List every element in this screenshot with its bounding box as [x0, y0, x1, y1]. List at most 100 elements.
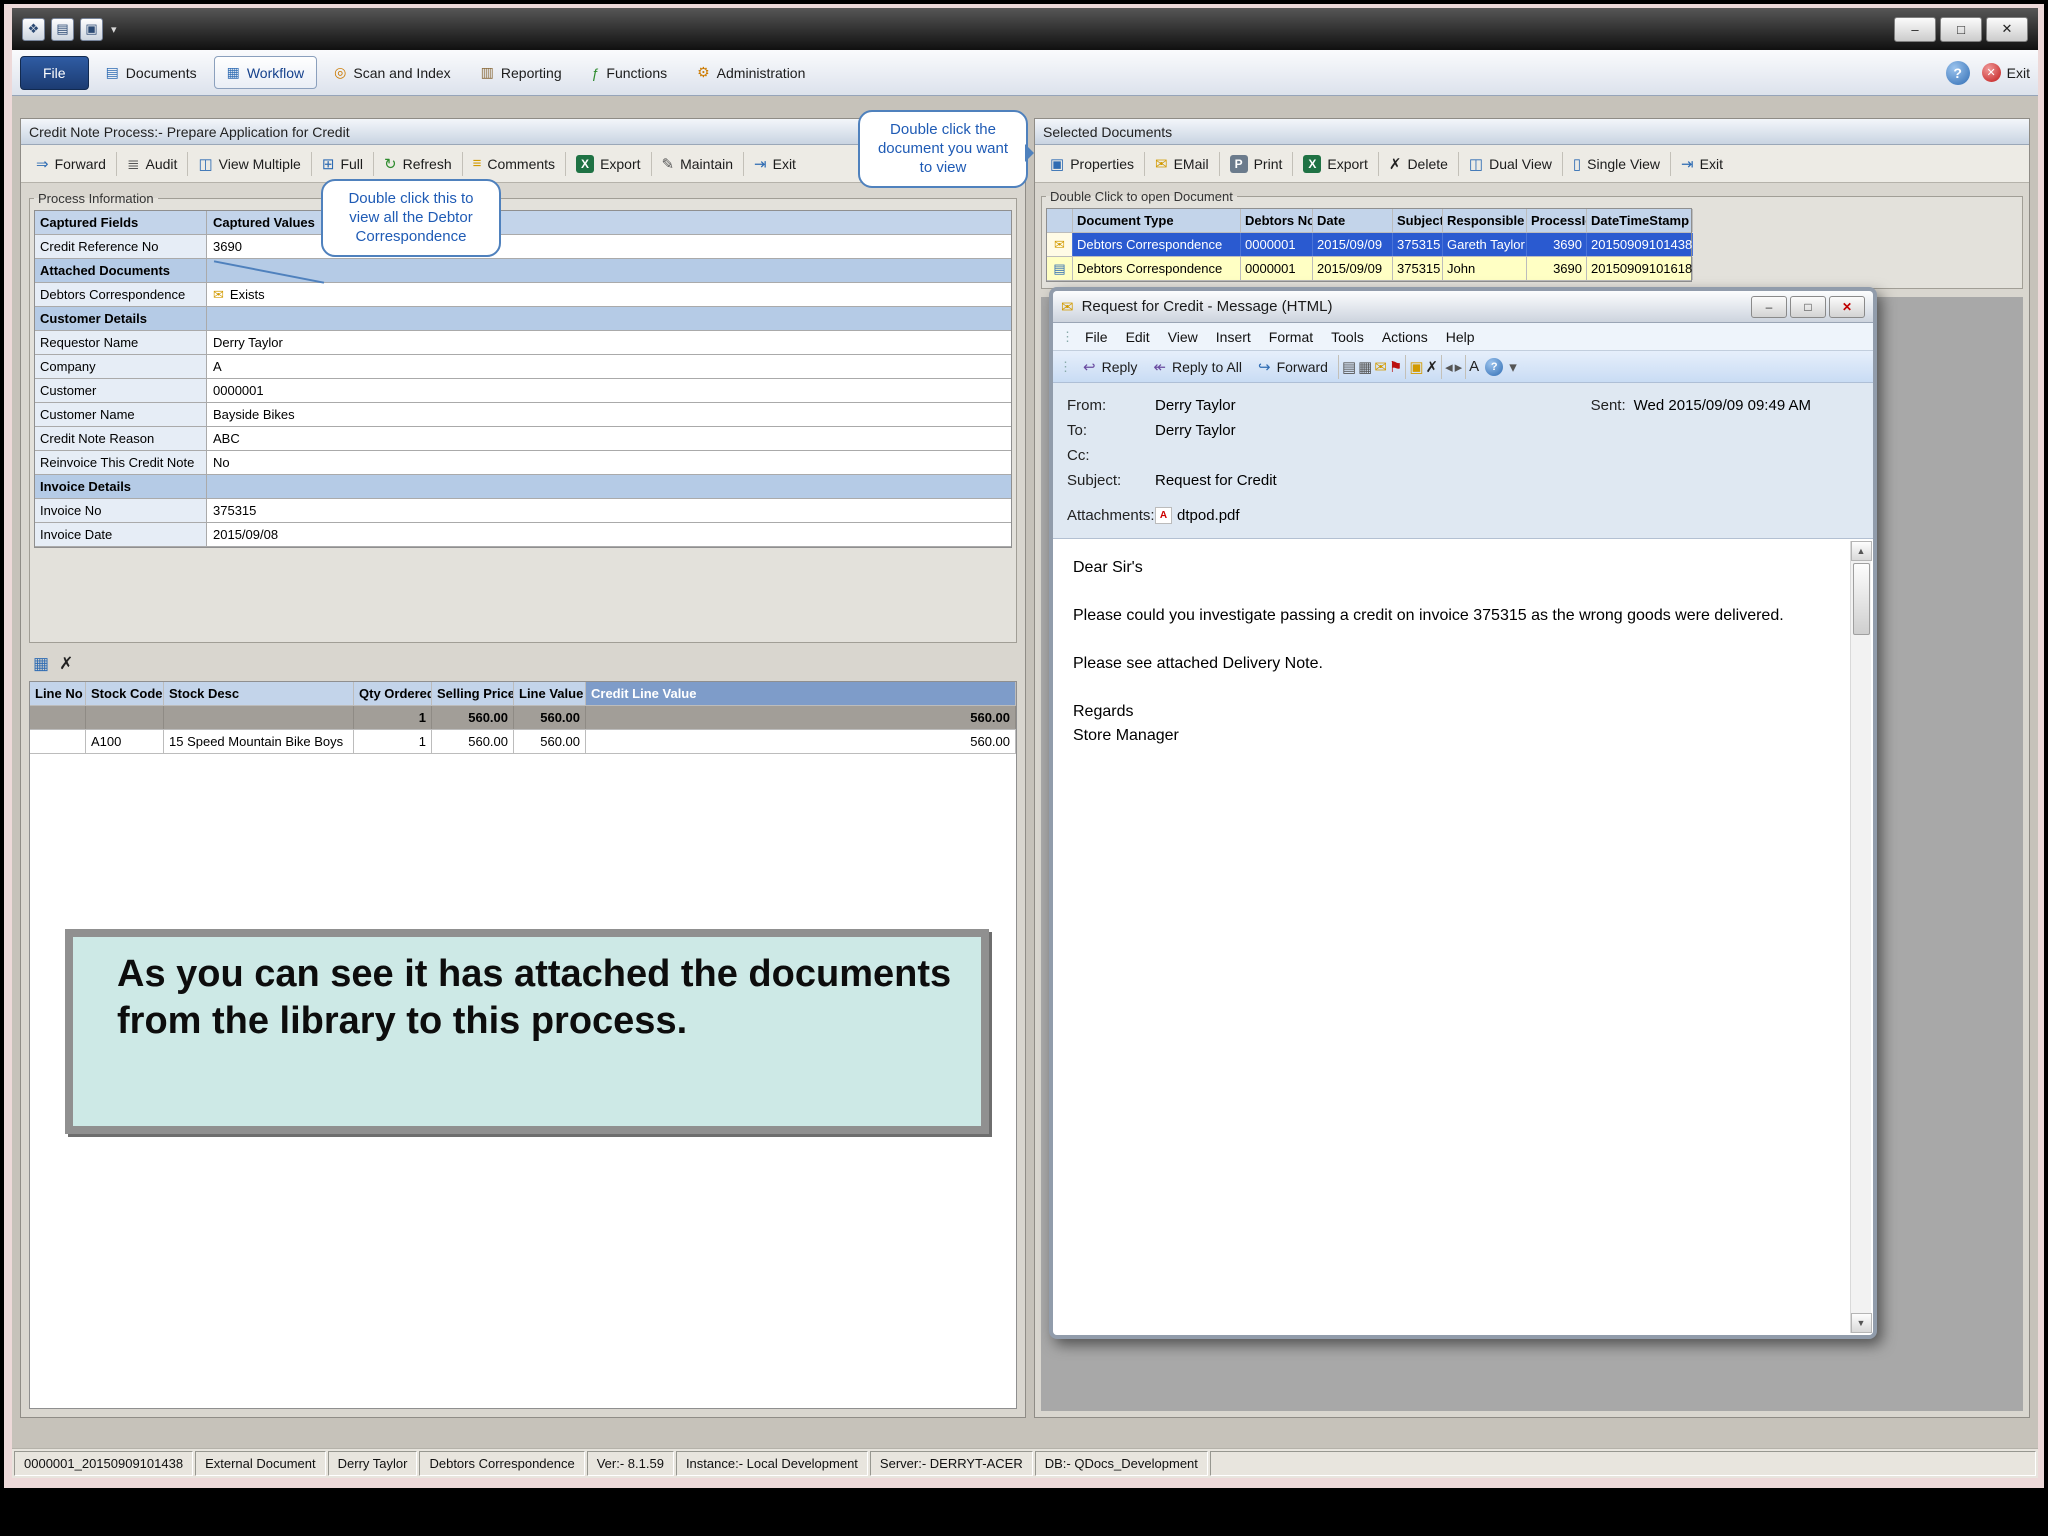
- field-row-customer[interactable]: Customer 0000001: [35, 379, 1011, 403]
- delete-button[interactable]: ✗ Delete: [1380, 150, 1457, 178]
- tab-workflow[interactable]: ▦ Workflow: [213, 56, 318, 89]
- export-button[interactable]: X Export: [567, 150, 649, 178]
- menu-view[interactable]: View: [1159, 325, 1207, 349]
- email-close-button[interactable]: ✕: [1829, 295, 1865, 318]
- tab-reporting[interactable]: ▥ Reporting: [468, 56, 575, 89]
- cc-label: Cc:: [1067, 447, 1090, 464]
- properties-button[interactable]: ▣ Properties: [1041, 150, 1143, 178]
- stock-export-icon[interactable]: ▦: [33, 654, 49, 674]
- field-row-customer-name[interactable]: Customer Name Bayside Bikes: [35, 403, 1011, 427]
- exit-button[interactable]: ⇥ Exit: [745, 150, 805, 178]
- document-row-selected[interactable]: ✉ Debtors Correspondence 0000001 2015/09…: [1047, 233, 1693, 257]
- email-titlebar[interactable]: ✉ Request for Credit - Message (HTML) – …: [1053, 291, 1873, 323]
- column-debtors-no[interactable]: Debtors No: [1241, 209, 1313, 232]
- email-button[interactable]: ✉ EMail: [1146, 150, 1218, 178]
- tab-administration[interactable]: ⚙ Administration: [684, 56, 818, 89]
- debtors-correspondence-exists-cell[interactable]: ✉ Exists: [207, 283, 1011, 306]
- maximize-button[interactable]: □: [1940, 16, 1982, 42]
- export-documents-button[interactable]: X Export: [1294, 150, 1376, 178]
- column-line-value[interactable]: Line Value: [514, 682, 586, 705]
- view-multiple-button[interactable]: ◫ View Multiple: [189, 150, 309, 178]
- copy-icon[interactable]: ▦: [1358, 358, 1372, 376]
- column-selling-price[interactable]: Selling Price: [432, 682, 514, 705]
- menu-actions[interactable]: Actions: [1373, 325, 1437, 349]
- single-view-button[interactable]: ▯ Single View: [1564, 150, 1669, 178]
- column-credit-line-value[interactable]: Credit Line Value: [586, 682, 1016, 705]
- ribbon-tabbar: File ▤ Documents ▦ Workflow ◎ Scan and I…: [12, 50, 2038, 96]
- field-label: Company: [35, 355, 207, 378]
- delete-message-icon[interactable]: ✗: [1426, 358, 1439, 376]
- ribbon-exit-button[interactable]: ✕ Exit: [1981, 63, 2030, 82]
- column-document-type[interactable]: Document Type: [1073, 209, 1241, 232]
- toolbar-options-icon[interactable]: ▾: [1509, 358, 1517, 376]
- field-row-credit-reference[interactable]: Credit Reference No 3690: [35, 235, 1011, 259]
- column-responsible[interactable]: Responsible: [1443, 209, 1527, 232]
- comments-button[interactable]: ≡ Comments: [464, 150, 564, 177]
- column-date[interactable]: Date: [1313, 209, 1393, 232]
- scroll-down-icon[interactable]: ▼: [1850, 1313, 1872, 1333]
- previous-item-icon[interactable]: ◂: [1445, 358, 1453, 376]
- single-view-icon: ▯: [1572, 155, 1582, 173]
- quick-access-dropdown-icon[interactable]: ▾: [111, 23, 117, 36]
- documents-exit-button[interactable]: ⇥ Exit: [1672, 150, 1732, 178]
- column-process-id[interactable]: ProcessId: [1527, 209, 1587, 232]
- next-item-icon[interactable]: ▸: [1455, 358, 1463, 376]
- maintain-button[interactable]: ✎ Maintain: [653, 150, 743, 178]
- field-row-debtors-correspondence[interactable]: Debtors Correspondence ✉ Exists: [35, 283, 1011, 307]
- full-button[interactable]: ⊞ Full: [313, 150, 372, 178]
- section-value: [207, 259, 1011, 282]
- close-button[interactable]: ✕: [1986, 16, 2028, 42]
- stock-data-row[interactable]: A100 15 Speed Mountain Bike Boys 1 560.0…: [30, 730, 1016, 754]
- column-date-time-stamp[interactable]: DateTimeStamp: [1587, 209, 1693, 232]
- email-maximize-button[interactable]: □: [1790, 295, 1826, 318]
- forward-button[interactable]: ⇒ Forward: [27, 150, 115, 178]
- move-to-folder-icon[interactable]: ✉: [1374, 358, 1387, 376]
- document-row[interactable]: ▤ Debtors Correspondence 0000001 2015/09…: [1047, 257, 1693, 281]
- column-line-no[interactable]: Line No: [30, 682, 86, 705]
- stock-delete-icon[interactable]: ✗: [59, 654, 73, 674]
- font-size-icon[interactable]: A: [1469, 358, 1479, 375]
- audit-button[interactable]: ≣ Audit: [118, 150, 187, 178]
- tab-functions[interactable]: ƒ Functions: [579, 57, 681, 89]
- menu-help[interactable]: Help: [1437, 325, 1484, 349]
- help-icon[interactable]: ?: [1945, 60, 1970, 85]
- reply-to-all-button[interactable]: ↞ Reply to All: [1146, 354, 1249, 380]
- tab-documents[interactable]: ▤ Documents: [93, 56, 210, 89]
- minimize-button[interactable]: –: [1894, 16, 1936, 42]
- column-stock-desc[interactable]: Stock Desc: [164, 682, 354, 705]
- print-button[interactable]: P Print: [1221, 150, 1292, 178]
- field-row-invoice-date[interactable]: Invoice Date 2015/09/08: [35, 523, 1011, 547]
- email-minimize-button[interactable]: –: [1751, 295, 1787, 318]
- column-stock-code[interactable]: Stock Code: [86, 682, 164, 705]
- attachment-chip[interactable]: A dtpod.pdf: [1155, 507, 1240, 524]
- print-message-icon[interactable]: ▤: [1342, 358, 1356, 376]
- refresh-button[interactable]: ↻ Refresh: [375, 150, 461, 178]
- app-icon: ❖: [22, 17, 45, 41]
- menu-edit[interactable]: Edit: [1117, 325, 1159, 349]
- reply-button[interactable]: ↩ Reply: [1076, 354, 1144, 380]
- menu-format[interactable]: Format: [1260, 325, 1322, 349]
- flag-icon[interactable]: ⚑: [1389, 358, 1402, 376]
- menu-file[interactable]: File: [1076, 325, 1117, 349]
- menu-insert[interactable]: Insert: [1207, 325, 1260, 349]
- scroll-up-icon[interactable]: ▲: [1850, 541, 1872, 561]
- column-qty-ordered[interactable]: Qty Ordered: [354, 682, 432, 705]
- field-row-credit-note-reason[interactable]: Credit Note Reason ABC: [35, 427, 1011, 451]
- email-help-icon[interactable]: ?: [1485, 357, 1504, 376]
- field-row-company[interactable]: Company A: [35, 355, 1011, 379]
- dual-view-button[interactable]: ◫ Dual View: [1460, 150, 1561, 178]
- scrollbar-thumb[interactable]: [1852, 563, 1870, 635]
- toolbar-separator: [187, 151, 189, 176]
- tab-scan-and-index[interactable]: ◎ Scan and Index: [321, 56, 464, 89]
- forward-mail-button[interactable]: ↪ Forward: [1251, 354, 1335, 380]
- folder-icon[interactable]: ▣: [1409, 358, 1423, 376]
- menu-tools[interactable]: Tools: [1322, 325, 1373, 349]
- column-subject[interactable]: Subject: [1393, 209, 1443, 232]
- field-row-requestor-name[interactable]: Requestor Name Derry Taylor: [35, 331, 1011, 355]
- open-folder-icon[interactable]: ▣: [80, 17, 103, 41]
- tab-file[interactable]: File: [20, 55, 89, 90]
- email-scrollbar[interactable]: ▲ ▼: [1850, 541, 1872, 1333]
- field-row-invoice-no[interactable]: Invoice No 375315: [35, 499, 1011, 523]
- new-document-icon[interactable]: ▤: [51, 17, 74, 41]
- field-row-reinvoice[interactable]: Reinvoice This Credit Note No: [35, 451, 1011, 475]
